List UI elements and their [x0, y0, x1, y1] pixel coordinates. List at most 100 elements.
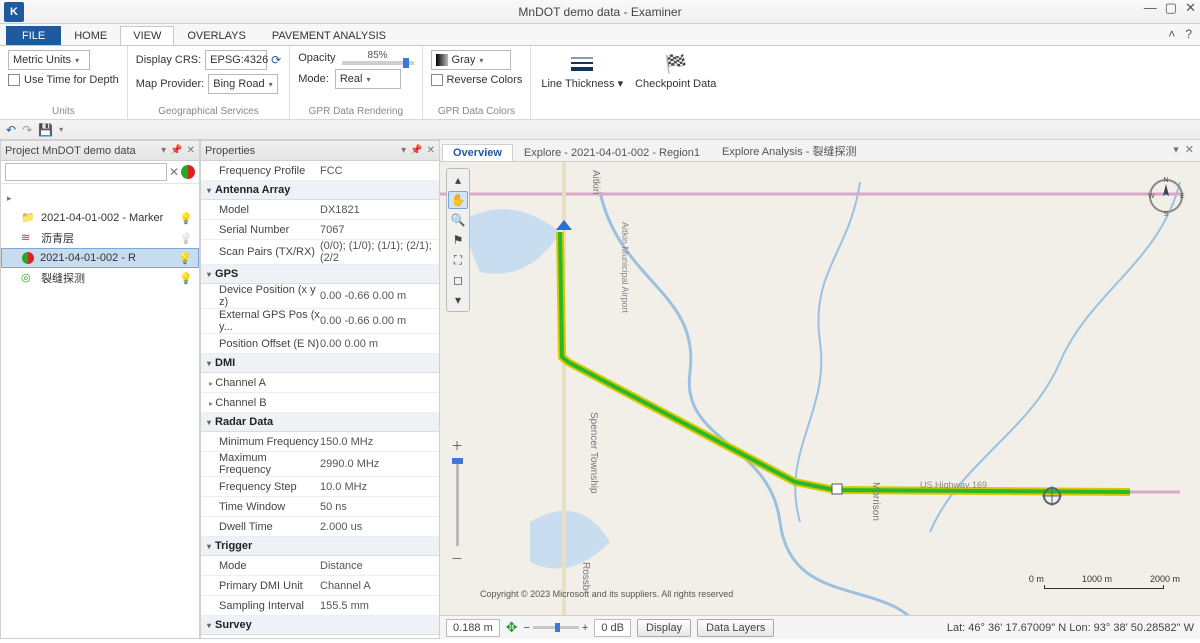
opacity-slider[interactable]: [342, 61, 414, 65]
pan-tool-icon[interactable]: ✋: [448, 191, 468, 209]
panel-menu-icon[interactable]: ▾: [401, 145, 406, 156]
reverse-colors-checkbox[interactable]: Reverse Colors: [431, 74, 523, 86]
palette-dropdown[interactable]: Gray▾: [431, 50, 511, 70]
group-extra: Line Thickness ▾ 🏁 Checkpoint Data: [531, 46, 726, 119]
prop-row[interactable]: Frequency Step10.0 MHz: [201, 477, 439, 497]
prop-row[interactable]: Minimum Frequency150.0 MHz: [201, 432, 439, 452]
panel-menu-icon[interactable]: ▾: [161, 145, 166, 156]
tab-file[interactable]: FILE: [6, 26, 61, 45]
prop-row[interactable]: Frequency ProfileFCC: [201, 161, 439, 181]
bulb-icon[interactable]: 💡: [178, 252, 192, 265]
refresh-icon[interactable]: ⟳: [271, 53, 281, 67]
gain-slider[interactable]: −+: [523, 622, 588, 634]
display-button[interactable]: Display: [637, 619, 691, 637]
map-provider-dropdown[interactable]: Bing Road▾: [208, 74, 278, 94]
qat-more-icon[interactable]: ▾: [59, 125, 63, 134]
zoom-out-icon[interactable]: －: [451, 550, 463, 567]
close-icon[interactable]: ✕: [1185, 0, 1196, 16]
clear-search-icon[interactable]: ✕: [169, 165, 179, 179]
map-collapse-icon[interactable]: ▴: [448, 171, 468, 189]
pin-icon[interactable]: 📌: [410, 145, 422, 156]
prop-row[interactable]: Scan Pairs (TX/RX)(0/0); (1/0); (1/1); (…: [201, 240, 439, 265]
section-antenna[interactable]: ▾Antenna Array: [201, 181, 439, 200]
data-layers-button[interactable]: Data Layers: [697, 619, 774, 637]
zoom-tool-icon[interactable]: 🔍: [448, 211, 468, 229]
tree-item-marker[interactable]: 📁2021-04-01-002 - Marker💡: [1, 208, 199, 228]
mode-dropdown[interactable]: Real▾: [335, 69, 401, 89]
map-zoom-slider[interactable]: ＋ －: [450, 437, 464, 567]
section-dmi[interactable]: ▾DMI: [201, 354, 439, 373]
prop-row[interactable]: Device Position (x y z)0.00 -0.66 0.00 m: [201, 284, 439, 309]
distance-readout[interactable]: 0.188 m: [446, 619, 500, 637]
panel-close-icon[interactable]: ✕: [187, 145, 195, 156]
panel-close-icon[interactable]: ✕: [427, 145, 435, 156]
prop-row[interactable]: Primary DMI UnitChannel A: [201, 576, 439, 596]
crop-tool-icon[interactable]: ◻: [448, 271, 468, 289]
tab-close-icon[interactable]: ✕: [1185, 143, 1194, 156]
prop-row[interactable]: Sampling Interval155.5 mm: [201, 596, 439, 616]
pin-icon[interactable]: 📌: [170, 145, 182, 156]
bulb-icon[interactable]: 💡: [179, 212, 193, 225]
map-expand-icon[interactable]: ▾: [448, 291, 468, 309]
flag-tool-icon[interactable]: ⚑: [448, 231, 468, 249]
use-time-checkbox[interactable]: Use Time for Depth: [8, 74, 119, 86]
svg-text:E: E: [1180, 193, 1185, 200]
map-tabs: Overview Explore - 2021-04-01-002 - Regi…: [440, 140, 1200, 162]
tab-view[interactable]: VIEW: [120, 26, 174, 45]
line-thickness-icon: [570, 52, 594, 76]
map-view[interactable]: Aitkin Aitkin Municipal Airport Spencer …: [440, 162, 1200, 615]
tab-overlays[interactable]: OVERLAYS: [174, 26, 259, 45]
tree-item-asphalt[interactable]: ≋沥青层💡: [1, 228, 199, 248]
tab-menu-icon[interactable]: ▾: [1173, 143, 1179, 156]
prop-row[interactable]: Maximum Frequency2990.0 MHz: [201, 452, 439, 477]
prop-row[interactable]: ModeDistance: [201, 556, 439, 576]
fit-tool-icon[interactable]: ⛶: [448, 251, 468, 269]
map-bottom-bar: 0.188 m ✥ −+ 0 dB Display Data Layers La…: [440, 615, 1200, 639]
tree-item-selected[interactable]: 2021-04-01-002 - R💡: [1, 248, 199, 268]
tab-home[interactable]: HOME: [61, 26, 120, 45]
main-area: Project MnDOT demo data ▾ 📌 ✕ ✕ ▸ 📁2021-04…: [0, 140, 1200, 639]
line-thickness-button[interactable]: Line Thickness ▾: [539, 50, 625, 92]
svg-text:W: W: [1148, 193, 1155, 200]
map-tab-analysis[interactable]: Explore Analysis - 裂缝探测: [711, 140, 867, 161]
group-label-extra: [539, 106, 718, 119]
tree-expander[interactable]: ▸: [1, 188, 199, 208]
compass-icon[interactable]: NSWE: [1144, 174, 1188, 218]
prop-row[interactable]: ▸ Channel A: [201, 373, 439, 393]
units-dropdown[interactable]: Metric Units▾: [8, 50, 90, 70]
prop-row[interactable]: Serial Number7067: [201, 220, 439, 240]
minimize-icon[interactable]: —: [1144, 0, 1157, 16]
ribbon-collapse-icon[interactable]: ˄: [1168, 27, 1175, 41]
tree-item-crack[interactable]: ◎裂缝探测💡: [1, 268, 199, 288]
maximize-icon[interactable]: ▢: [1165, 0, 1177, 16]
section-gps[interactable]: ▾GPS: [201, 265, 439, 284]
tab-pavement[interactable]: PAVEMENT ANALYSIS: [259, 26, 399, 45]
prop-row[interactable]: Position Offset (E N)0.00 0.00 m: [201, 334, 439, 354]
project-search-input[interactable]: [5, 163, 167, 181]
crs-dropdown[interactable]: EPSG:4326: [205, 50, 267, 70]
bulb-icon[interactable]: 💡: [179, 272, 193, 285]
prop-row[interactable]: ▸ Channel B: [201, 393, 439, 413]
opacity-label: Opacity: [298, 52, 335, 64]
prop-row[interactable]: Time Window50 ns: [201, 497, 439, 517]
undo-icon[interactable]: ↶: [6, 123, 16, 137]
bulb-off-icon[interactable]: 💡: [179, 232, 193, 245]
section-radar[interactable]: ▾Radar Data: [201, 413, 439, 432]
group-geo: Display CRS: EPSG:4326 ⟳ Map Provider: B…: [128, 46, 290, 119]
section-trigger[interactable]: ▾Trigger: [201, 537, 439, 556]
prop-row[interactable]: Dwell Time2.000 us: [201, 517, 439, 537]
prop-row[interactable]: External GPS Pos (x y...0.00 -0.66 0.00 …: [201, 309, 439, 334]
map-tab-overview[interactable]: Overview: [442, 144, 513, 161]
help-icon[interactable]: ?: [1185, 27, 1192, 41]
filter-icon[interactable]: [181, 165, 195, 179]
db-readout[interactable]: 0 dB: [594, 619, 631, 637]
section-survey[interactable]: ▾Survey: [201, 616, 439, 635]
project-panel-title: Project MnDOT demo data: [5, 145, 136, 157]
grid-snap-icon[interactable]: ✥: [506, 619, 518, 636]
zoom-in-icon[interactable]: ＋: [451, 437, 463, 454]
save-icon[interactable]: 💾: [38, 123, 53, 137]
prop-row[interactable]: ModelDX1821: [201, 200, 439, 220]
redo-icon[interactable]: ↷: [22, 123, 32, 137]
map-tab-explore[interactable]: Explore - 2021-04-01-002 - Region1: [513, 144, 711, 161]
checkpoint-data-button[interactable]: 🏁 Checkpoint Data: [633, 50, 718, 92]
